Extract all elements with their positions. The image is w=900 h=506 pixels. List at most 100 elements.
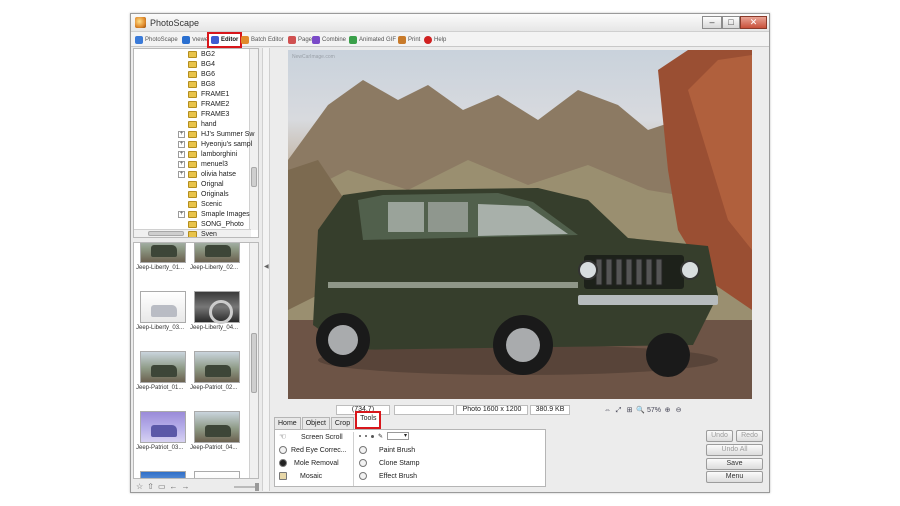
pane-splitter[interactable]: ◀ <box>262 48 270 491</box>
eyedropper-icon[interactable]: ✎ <box>378 433 383 440</box>
photoscape-logo-icon <box>135 17 146 28</box>
expand-icon[interactable]: + <box>178 160 185 168</box>
folder-tree-item[interactable]: + Hyeonju's sampl <box>178 139 252 149</box>
tab-editor[interactable]: Editor <box>207 32 243 48</box>
undo-button[interactable]: Undo <box>706 430 733 442</box>
thumbnail-item[interactable]: Jeep-Patriot_02... <box>190 351 246 391</box>
folder-tree-item[interactable]: Orignal <box>188 179 224 189</box>
folder-tree-item[interactable]: + HJ's Summer Sw <box>178 129 254 139</box>
tab-help[interactable]: Help <box>424 34 446 46</box>
zoom-in-icon[interactable]: ⊕ <box>663 406 672 415</box>
star-icon[interactable]: ☆ <box>136 483 143 491</box>
thumbnail-item[interactable]: Jeep-Liberty_04... <box>190 291 246 331</box>
thumbnail-size-slider[interactable] <box>233 483 260 491</box>
tab-crop[interactable]: Crop <box>330 417 355 429</box>
folder-tree-item[interactable]: Sven <box>188 229 217 238</box>
actual-size-icon[interactable]: ⊞ <box>625 406 634 415</box>
thumbnail-caption: Jeep-Patriot_04... <box>190 445 238 451</box>
effect-brush-tool[interactable]: Effect Brush <box>359 470 417 482</box>
folder-tree-item[interactable]: + lamborghini <box>178 149 237 159</box>
thumbnail-item[interactable]: Jeep-Patriot_01... <box>136 351 192 391</box>
folder-icon[interactable]: ▭ <box>158 483 166 491</box>
red-eye-correction-tool[interactable]: Red Eye Correc... <box>279 444 347 456</box>
folder-tree-item[interactable]: + menuel3 <box>178 159 228 169</box>
tab-home[interactable]: Home <box>274 417 301 429</box>
folder-tree-item[interactable]: FRAME1 <box>188 89 229 99</box>
forward-arrow-icon[interactable]: → <box>182 483 190 491</box>
thumbnail-vertical-scrollbar[interactable] <box>249 243 258 478</box>
thumbnail-item[interactable]: Jeep-Liberty_03... <box>136 291 192 331</box>
fit-width-icon[interactable]: ⇔ <box>603 406 612 415</box>
mole-removal-tool[interactable]: Mole Removal <box>279 457 339 469</box>
brush-size-dropdown[interactable]: ▾ <box>387 432 410 440</box>
folder-label: Hyeonju's sampl <box>201 140 253 148</box>
expand-icon[interactable]: + <box>178 130 185 138</box>
tab-tools[interactable]: Tools <box>355 411 382 429</box>
folder-tree-item[interactable]: Scenic <box>188 199 222 209</box>
folder-label: hand <box>201 120 217 128</box>
undo-all-button[interactable]: Undo All <box>706 444 763 456</box>
brush-size-medium[interactable] <box>365 435 367 437</box>
folder-label: FRAME3 <box>201 110 230 118</box>
expand-icon[interactable]: + <box>178 170 185 178</box>
edited-photo[interactable]: NewCarImage.com <box>288 50 752 399</box>
maximize-button[interactable]: □ <box>722 16 740 29</box>
expand-icon[interactable]: + <box>178 140 185 148</box>
tab-batch-editor[interactable]: Batch Editor <box>241 34 284 46</box>
folder-label: Smaple Images <box>201 210 250 218</box>
thumbnail-item[interactable] <box>190 471 246 478</box>
folder-tree-item[interactable]: BG4 <box>188 59 215 69</box>
folder-tree-item[interactable]: FRAME2 <box>188 99 229 109</box>
folder-tree-item[interactable]: SONG_Photo <box>188 219 244 229</box>
folder-tree-item[interactable]: + Smaple Images <box>178 209 250 219</box>
folder-icon <box>188 180 197 188</box>
expand-icon[interactable]: + <box>178 210 185 218</box>
folder-tree-item[interactable]: FRAME3 <box>188 109 229 119</box>
folder-tree-item[interactable]: hand <box>188 119 217 129</box>
folder-up-icon[interactable]: ⇧ <box>147 483 154 491</box>
screen-scroll-tool[interactable]: ☜ Screen Scroll <box>279 431 343 443</box>
thumbnail-item[interactable]: Jeep-Liberty_02... <box>190 243 246 271</box>
folder-tree-item[interactable]: Originals <box>188 189 229 199</box>
tab-page[interactable]: Page <box>288 34 312 46</box>
photoscape-window: PhotoScape – □ ✕ PhotoScape Viewer Edito… <box>130 13 770 493</box>
thumbnail-item[interactable]: Jeep-Liberty_01... <box>136 243 192 271</box>
thumbnail-item[interactable] <box>136 471 192 478</box>
tab-animated-gif[interactable]: Animated GIF <box>349 34 396 46</box>
thumbnail-item[interactable]: Jeep-Patriot_04... <box>190 411 246 451</box>
redo-button[interactable]: Redo <box>736 430 763 442</box>
close-button[interactable]: ✕ <box>740 16 767 29</box>
combine-tab-icon <box>312 36 320 44</box>
folder-label: Sven <box>201 230 217 238</box>
tab-photoscape[interactable]: PhotoScape <box>135 34 178 46</box>
thumbnail-image <box>194 291 240 324</box>
zoom-fit-icon[interactable]: 🔍 <box>636 406 645 415</box>
thumbnail-item[interactable]: Jeep-Patriot_03... <box>136 411 192 451</box>
tab-combine[interactable]: Combine <box>312 34 346 46</box>
expand-icon[interactable]: + <box>178 150 185 158</box>
folder-tree-item[interactable]: BG2 <box>188 49 215 59</box>
fit-screen-icon[interactable]: ⤢ <box>614 406 623 415</box>
menu-button[interactable]: Menu <box>706 471 763 483</box>
folder-tree-item[interactable]: BG8 <box>188 79 215 89</box>
collapse-arrow-icon[interactable]: ◀ <box>264 263 269 270</box>
folder-tree-item[interactable]: + olivia hatse <box>178 169 236 179</box>
tab-print[interactable]: Print <box>398 34 420 46</box>
clone-stamp-tool[interactable]: Clone Stamp <box>359 457 419 469</box>
mosaic-tool[interactable]: Mosaic <box>279 470 322 482</box>
save-button[interactable]: Save <box>706 458 763 470</box>
tree-scroll-thumb[interactable] <box>251 167 257 187</box>
tab-viewer[interactable]: Viewer <box>182 34 208 46</box>
brush-size-small[interactable] <box>359 435 361 437</box>
zoom-out-icon[interactable]: ⊖ <box>674 406 683 415</box>
minimize-button[interactable]: – <box>702 16 722 29</box>
tab-object[interactable]: Object <box>301 417 330 429</box>
back-arrow-icon[interactable]: ← <box>170 483 178 491</box>
thumbnail-scroll-thumb[interactable] <box>251 333 257 393</box>
paint-brush-tool[interactable]: Paint Brush <box>359 444 415 456</box>
folder-tree-item[interactable]: BG6 <box>188 69 215 79</box>
print-tab-icon <box>398 36 406 44</box>
tree-hscroll-thumb[interactable] <box>148 231 184 236</box>
editor-canvas[interactable]: NewCarImage.com <box>272 48 769 403</box>
brush-size-large[interactable] <box>371 434 374 438</box>
